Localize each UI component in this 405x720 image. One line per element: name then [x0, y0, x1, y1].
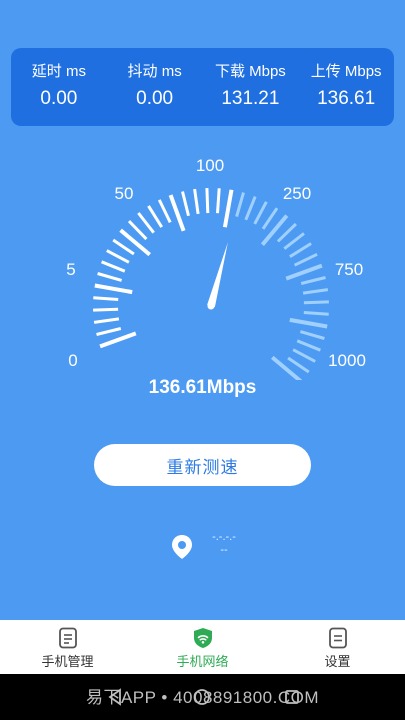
gauge-tick	[289, 242, 312, 258]
latency-label: 延时 ms	[31, 63, 86, 80]
gauge-tick	[106, 249, 130, 264]
latency-stat: 延时 ms 0.00	[14, 63, 104, 111]
gauge-tick	[205, 188, 210, 214]
gauge-tick	[303, 311, 329, 316]
download-label: 下载 Mbps	[214, 63, 286, 80]
gauge-tick	[216, 188, 221, 214]
gauge-tick	[285, 263, 323, 281]
recent-apps-icon[interactable]	[283, 688, 301, 706]
back-triangle-icon[interactable]	[106, 688, 124, 706]
bottom-tab-bar: 手机管理 手机网络 设置	[0, 620, 405, 674]
download-value: 131.21	[221, 88, 280, 109]
gauge-label-1000: 1000	[328, 351, 366, 370]
upload-value: 136.61	[317, 88, 376, 109]
gauge-tick	[222, 189, 234, 228]
settings-document-icon	[328, 627, 347, 649]
tab-phone-network[interactable]: 手机网络	[143, 620, 263, 674]
gauge-tick	[157, 199, 172, 224]
home-circle-icon[interactable]	[193, 688, 211, 706]
gauge-label-250: 250	[282, 184, 312, 203]
gauge-tick	[276, 222, 297, 243]
gauge-tick	[287, 356, 310, 374]
gauge-tick	[93, 307, 119, 312]
gauge-tick	[93, 296, 119, 301]
wifi-shield-icon	[193, 628, 212, 648]
jitter-stat: 抖动 ms 0.00	[110, 63, 200, 111]
gauge-label-5: 5	[66, 260, 76, 279]
location-name: --	[220, 544, 228, 556]
gauge-label-50: 50	[114, 184, 134, 203]
gauge-tick	[253, 201, 268, 225]
gauge-tick	[127, 220, 148, 241]
current-speed-readout: 136.61Mbps	[148, 377, 257, 398]
gauge-tick	[181, 191, 190, 217]
gauge-tick	[300, 276, 326, 285]
gauge-tick	[289, 317, 328, 329]
gauge-tick	[119, 228, 151, 257]
retest-button[interactable]: 重新测速	[94, 444, 311, 486]
gauge-label-100: 100	[195, 156, 225, 175]
download-stat: 下载 Mbps 131.21	[205, 63, 295, 111]
gauge-tick	[112, 238, 135, 256]
gauge-tick	[244, 196, 257, 221]
gauge-tick	[260, 214, 289, 246]
gauge-tick	[296, 339, 321, 352]
tab-label-settings: 设置	[324, 654, 351, 669]
gauge-tick	[147, 205, 163, 228]
gauge-tick	[293, 252, 318, 267]
gauge-tick	[168, 194, 186, 232]
tab-settings[interactable]: 设置	[278, 620, 398, 674]
gauge-tick	[137, 212, 155, 234]
gauge-tick	[97, 272, 123, 282]
gauge-tick	[96, 327, 122, 336]
speed-gauge: 0 5 50 100 250 750 1000	[0, 140, 405, 384]
speed-stats-card: 延时 ms 0.00 抖动 ms 0.00 下载 Mbps 131.21 上传 …	[11, 48, 394, 126]
jitter-value: 0.00	[136, 88, 174, 109]
gauge-tick	[99, 331, 137, 349]
tab-phone-management[interactable]: 手机管理	[8, 620, 128, 674]
location-ip: -.-.-.-	[212, 531, 236, 543]
gauge-needle	[207, 242, 228, 307]
gauge-tick	[303, 300, 329, 305]
gauge-tick	[193, 188, 200, 215]
location-info: -.-.-.- --	[204, 531, 244, 557]
gauge-tick	[235, 192, 245, 218]
tab-label-phone-network: 手机网络	[176, 654, 229, 669]
latency-value: 0.00	[40, 88, 78, 109]
gauge-tick	[101, 260, 126, 273]
upload-stat: 上传 Mbps 136.61	[301, 63, 391, 111]
gauge-needle-hub	[207, 302, 215, 310]
gauge-tick	[283, 232, 305, 250]
gauge-label-0: 0	[68, 351, 78, 370]
location-pin-icon	[172, 535, 192, 559]
upload-label: 上传 Mbps	[310, 63, 382, 80]
gauge-label-750: 750	[334, 260, 364, 279]
gauge-tick	[93, 317, 120, 324]
gauge-tick	[292, 348, 316, 363]
system-navigation-bar: 易下APP • 4008891800.COM	[0, 674, 405, 720]
document-icon	[58, 627, 77, 649]
gauge-tick	[261, 207, 279, 230]
gauge-tick	[94, 283, 133, 295]
gauge-tick	[299, 330, 325, 340]
jitter-label: 抖动 ms	[127, 63, 182, 80]
gauge-tick	[302, 288, 329, 295]
tab-label-phone-management: 手机管理	[41, 654, 94, 669]
